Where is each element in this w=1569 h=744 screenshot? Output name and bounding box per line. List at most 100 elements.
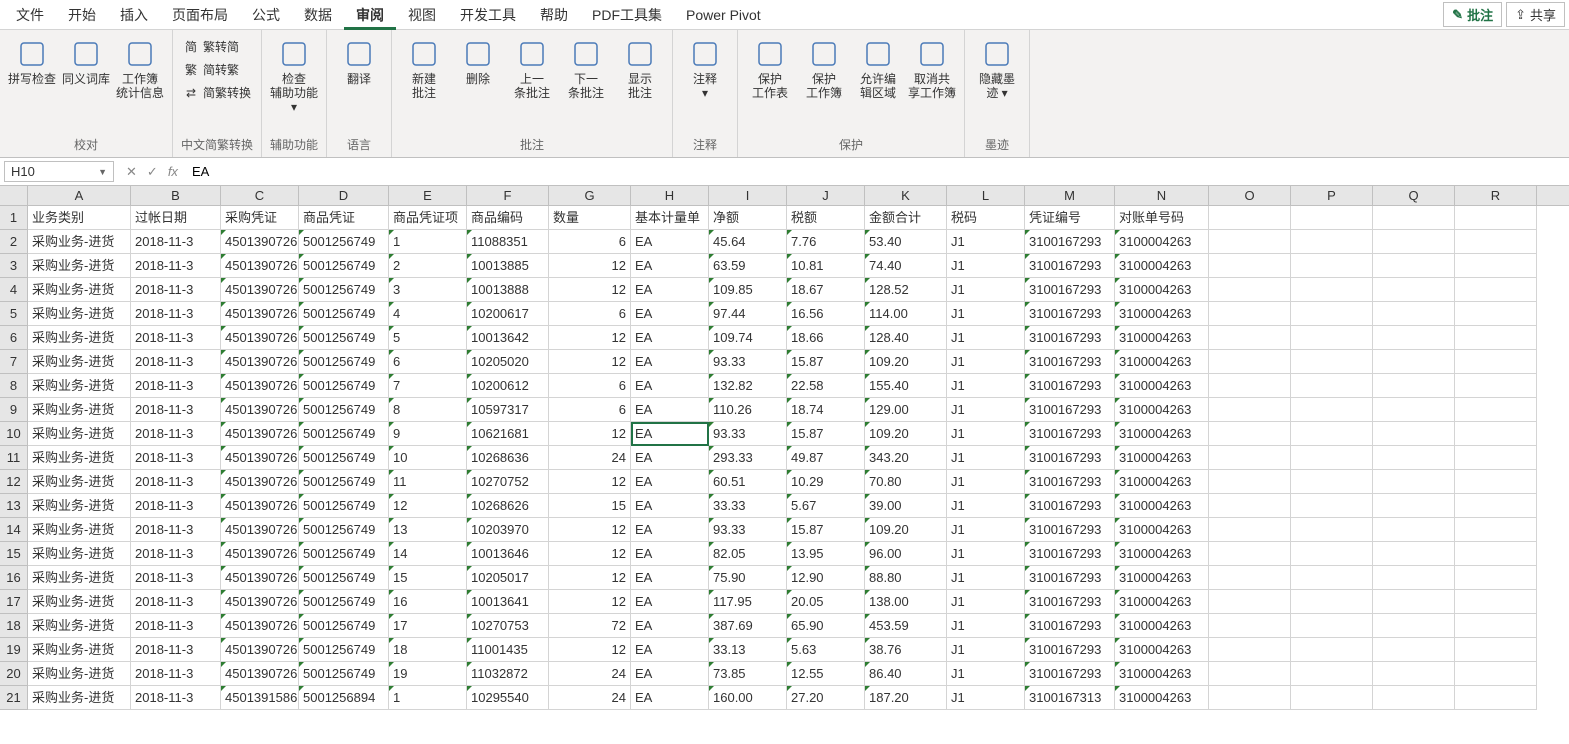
cell-Q1[interactable]	[1373, 206, 1455, 230]
cell-K18[interactable]: 453.59	[865, 614, 947, 638]
cell-K21[interactable]: 187.20	[865, 686, 947, 710]
cell-J17[interactable]: 20.05	[787, 590, 865, 614]
col-header-N[interactable]: N	[1115, 186, 1209, 205]
cell-C17[interactable]: 4501390726	[221, 590, 299, 614]
cell-O9[interactable]	[1209, 398, 1291, 422]
cell-R4[interactable]	[1455, 278, 1537, 302]
cell-N10[interactable]: 3100004263	[1115, 422, 1209, 446]
cell-P1[interactable]	[1291, 206, 1373, 230]
cell-P12[interactable]	[1291, 470, 1373, 494]
cell-I6[interactable]: 109.74	[709, 326, 787, 350]
cell-C8[interactable]: 4501390726	[221, 374, 299, 398]
cell-D20[interactable]: 5001256749	[299, 662, 389, 686]
cell-K8[interactable]: 155.40	[865, 374, 947, 398]
cell-D19[interactable]: 5001256749	[299, 638, 389, 662]
cell-I8[interactable]: 132.82	[709, 374, 787, 398]
cell-L10[interactable]: J1	[947, 422, 1025, 446]
cell-F19[interactable]: 11001435	[467, 638, 549, 662]
cell-O10[interactable]	[1209, 422, 1291, 446]
ribbon-btn-3-0[interactable]: 翻译	[333, 34, 385, 90]
cell-P13[interactable]	[1291, 494, 1373, 518]
cell-P18[interactable]	[1291, 614, 1373, 638]
cell-D13[interactable]: 5001256749	[299, 494, 389, 518]
cell-O20[interactable]	[1209, 662, 1291, 686]
cell-R6[interactable]	[1455, 326, 1537, 350]
cell-Q7[interactable]	[1373, 350, 1455, 374]
ribbon-btn-4-0[interactable]: 新建批注	[398, 34, 450, 104]
cell-P15[interactable]	[1291, 542, 1373, 566]
cell-C5[interactable]: 4501390726	[221, 302, 299, 326]
row-header-15[interactable]: 15	[0, 542, 27, 566]
cell-A16[interactable]: 采购业务-进货	[28, 566, 131, 590]
cell-H10[interactable]: EA	[631, 422, 709, 446]
cell-N20[interactable]: 3100004263	[1115, 662, 1209, 686]
cell-G3[interactable]: 12	[549, 254, 631, 278]
cell-B5[interactable]: 2018-11-3	[131, 302, 221, 326]
cell-E2[interactable]: 1	[389, 230, 467, 254]
cell-Q5[interactable]	[1373, 302, 1455, 326]
cell-K12[interactable]: 70.80	[865, 470, 947, 494]
cell-Q3[interactable]	[1373, 254, 1455, 278]
ribbon-btn-6-0[interactable]: 保护工作表	[744, 34, 796, 104]
row-header-6[interactable]: 6	[0, 326, 27, 350]
cell-J14[interactable]: 15.87	[787, 518, 865, 542]
cell-C4[interactable]: 4501390726	[221, 278, 299, 302]
row-header-10[interactable]: 10	[0, 422, 27, 446]
cell-A17[interactable]: 采购业务-进货	[28, 590, 131, 614]
cell-G11[interactable]: 24	[549, 446, 631, 470]
cell-C9[interactable]: 4501390726	[221, 398, 299, 422]
cell-P16[interactable]	[1291, 566, 1373, 590]
cell-E10[interactable]: 9	[389, 422, 467, 446]
cell-R18[interactable]	[1455, 614, 1537, 638]
menu-tab-10[interactable]: PDF工具集	[580, 3, 674, 27]
cell-J11[interactable]: 49.87	[787, 446, 865, 470]
cell-E13[interactable]: 12	[389, 494, 467, 518]
cell-B7[interactable]: 2018-11-3	[131, 350, 221, 374]
ribbon-smallbtn-1-1[interactable]: 繁简转繁	[179, 59, 255, 80]
cell-F12[interactable]: 10270752	[467, 470, 549, 494]
cell-L8[interactable]: J1	[947, 374, 1025, 398]
cell-R15[interactable]	[1455, 542, 1537, 566]
ribbon-btn-4-1[interactable]: 删除	[452, 34, 504, 90]
cell-L5[interactable]: J1	[947, 302, 1025, 326]
ribbon-btn-4-4[interactable]: 显示批注	[614, 34, 666, 104]
cell-H17[interactable]: EA	[631, 590, 709, 614]
cell-A11[interactable]: 采购业务-进货	[28, 446, 131, 470]
cell-I17[interactable]: 117.95	[709, 590, 787, 614]
cell-C1[interactable]: 采购凭证	[221, 206, 299, 230]
cell-G9[interactable]: 6	[549, 398, 631, 422]
ribbon-btn-0-2[interactable]: 工作簿统计信息	[114, 34, 166, 104]
cell-M15[interactable]: 3100167293	[1025, 542, 1115, 566]
cell-H5[interactable]: EA	[631, 302, 709, 326]
cell-K1[interactable]: 金额合计	[865, 206, 947, 230]
cell-E6[interactable]: 5	[389, 326, 467, 350]
col-header-D[interactable]: D	[299, 186, 389, 205]
cell-B9[interactable]: 2018-11-3	[131, 398, 221, 422]
cell-I12[interactable]: 60.51	[709, 470, 787, 494]
cell-L19[interactable]: J1	[947, 638, 1025, 662]
cell-C14[interactable]: 4501390726	[221, 518, 299, 542]
cell-N14[interactable]: 3100004263	[1115, 518, 1209, 542]
cell-B18[interactable]: 2018-11-3	[131, 614, 221, 638]
cell-R16[interactable]	[1455, 566, 1537, 590]
cell-K17[interactable]: 138.00	[865, 590, 947, 614]
cell-I3[interactable]: 63.59	[709, 254, 787, 278]
cell-F1[interactable]: 商品编码	[467, 206, 549, 230]
cell-D10[interactable]: 5001256749	[299, 422, 389, 446]
menu-tab-3[interactable]: 页面布局	[160, 3, 240, 27]
cell-C13[interactable]: 4501390726	[221, 494, 299, 518]
cell-H4[interactable]: EA	[631, 278, 709, 302]
cell-J9[interactable]: 18.74	[787, 398, 865, 422]
cell-L1[interactable]: 税码	[947, 206, 1025, 230]
ribbon-btn-0-0[interactable]: 拼写检查	[6, 34, 58, 90]
cell-G18[interactable]: 72	[549, 614, 631, 638]
cell-B17[interactable]: 2018-11-3	[131, 590, 221, 614]
cell-A8[interactable]: 采购业务-进货	[28, 374, 131, 398]
cell-L18[interactable]: J1	[947, 614, 1025, 638]
row-header-8[interactable]: 8	[0, 374, 27, 398]
cell-H16[interactable]: EA	[631, 566, 709, 590]
cell-K20[interactable]: 86.40	[865, 662, 947, 686]
select-all-corner[interactable]	[0, 186, 28, 206]
cell-R5[interactable]	[1455, 302, 1537, 326]
cell-F8[interactable]: 10200612	[467, 374, 549, 398]
